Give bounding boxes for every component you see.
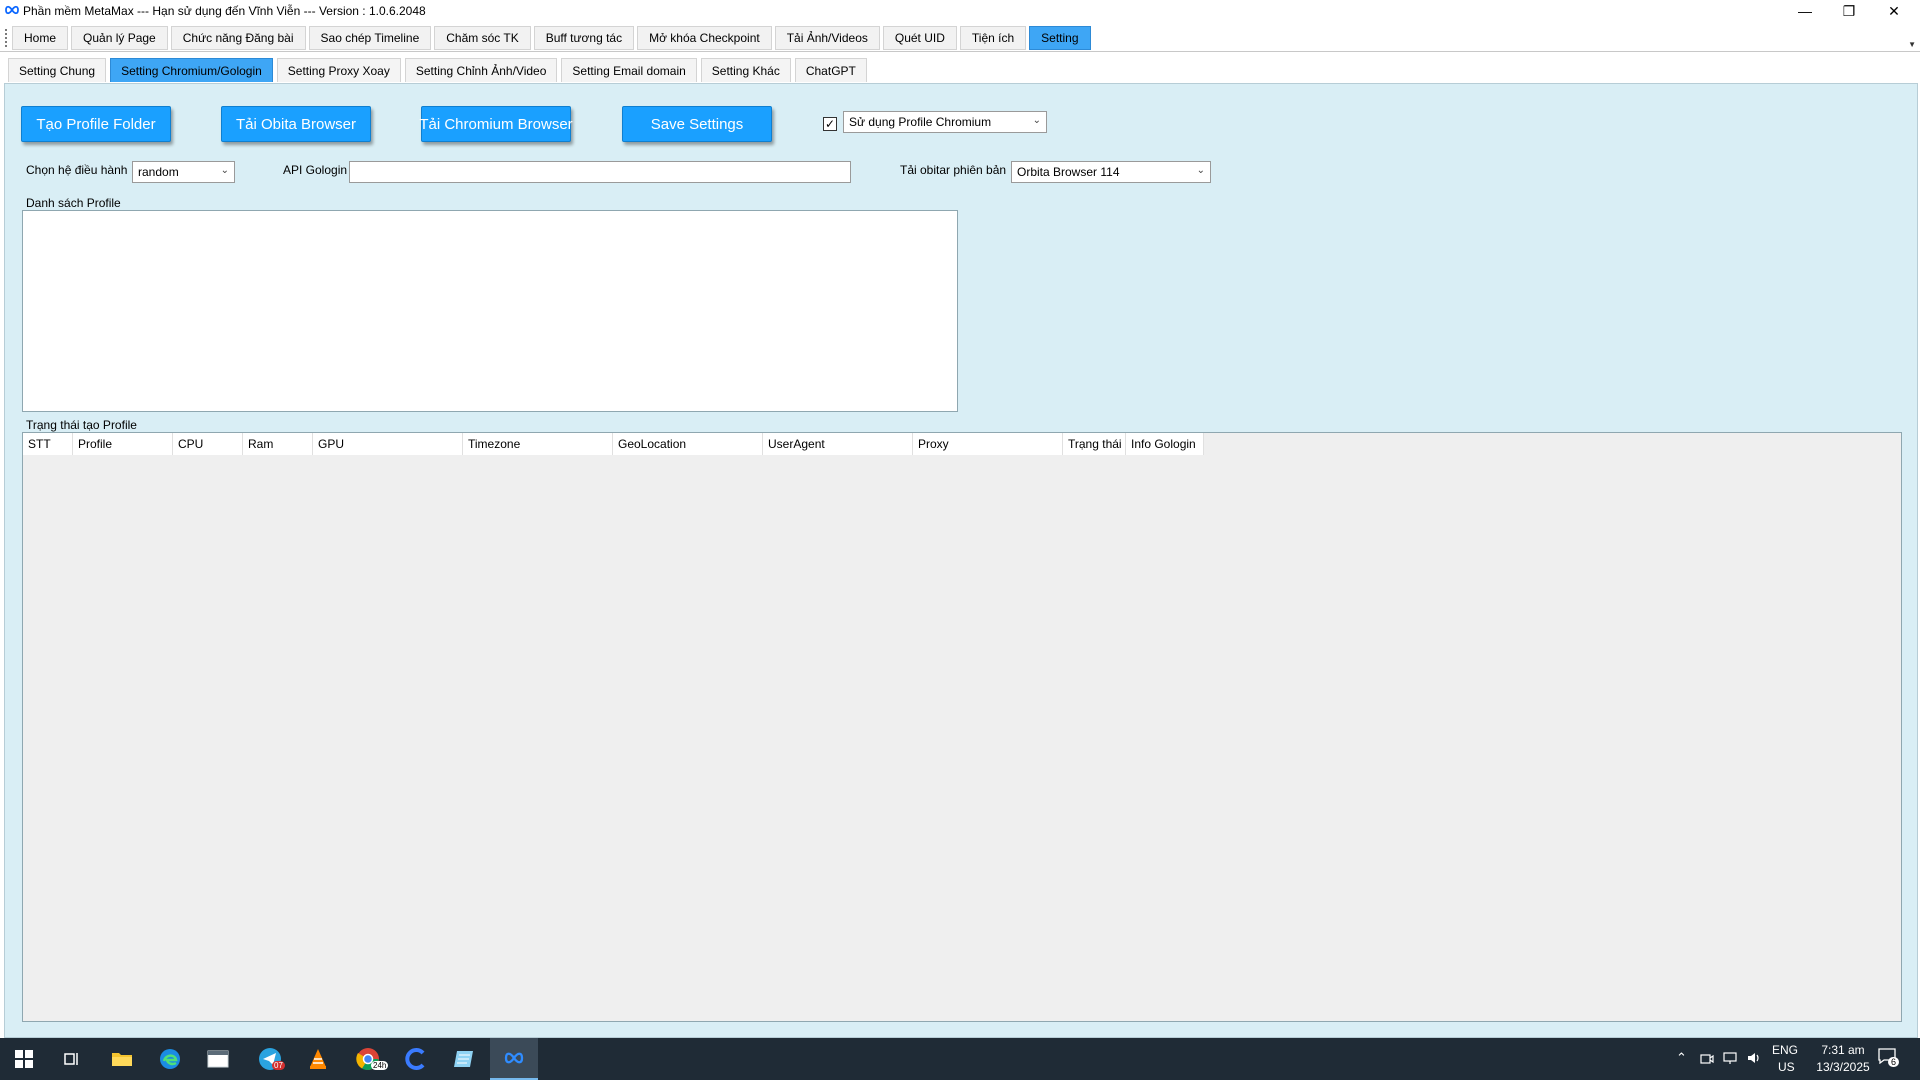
tab-setting-chromium[interactable]: Setting Chromium/Gologin (110, 58, 273, 82)
meta-logo-icon (504, 1052, 524, 1064)
close-button[interactable]: ✕ (1871, 0, 1917, 22)
restore-button[interactable]: ❐ (1826, 0, 1872, 22)
app-window-button[interactable] (194, 1038, 242, 1080)
clock-time[interactable]: 7:31 am (1815, 1043, 1871, 1057)
os-select[interactable]: random ⌄ (132, 161, 235, 183)
toolbar-grip[interactable] (5, 29, 8, 47)
title-bar: Phần mềm MetaMax --- Hạn sử dụng đến Vĩn… (0, 0, 1920, 22)
orbita-version-label: Tải obitar phiên bản (900, 163, 1007, 177)
tab-setting-proxy[interactable]: Setting Proxy Xoay (276, 58, 401, 82)
download-chromium-button[interactable]: Tải Chromium Browser (419, 106, 573, 142)
create-profile-folder-button[interactable]: Tạo Profile Folder (21, 106, 171, 142)
column-header[interactable]: UserAgent (763, 433, 913, 455)
tab-posting[interactable]: Chức năng Đăng bài (170, 26, 306, 50)
api-gologin-input[interactable] (349, 161, 851, 183)
windows-logo-icon (15, 1050, 33, 1068)
notification-count: 6 (1888, 1057, 1900, 1067)
edge-icon (160, 1049, 180, 1069)
language-bottom[interactable]: US (1778, 1060, 1795, 1074)
chevron-down-icon: ⌄ (220, 165, 229, 176)
notes-app-button[interactable] (440, 1038, 488, 1080)
notifications-button[interactable]: 6 (1878, 1048, 1900, 1070)
chevron-down-icon: ⌄ (1196, 165, 1205, 176)
column-header[interactable]: Timezone (463, 433, 613, 455)
folder-icon (112, 1053, 132, 1066)
tab-scan-uid[interactable]: Quét UID (882, 26, 957, 50)
overflow-chevron-icon[interactable]: ▼ (1908, 40, 1916, 49)
column-header[interactable]: Ram (243, 433, 313, 455)
tab-download-media[interactable]: Tải Ảnh/Videos (774, 26, 880, 50)
os-value: random (138, 165, 179, 179)
app-window: Phần mềm MetaMax --- Hạn sử dụng đến Vĩn… (0, 0, 1920, 1038)
main-tab-strip: Home Quản lý Page Chức năng Đăng bài Sao… (0, 24, 1920, 52)
tab-page-manager[interactable]: Quản lý Page (71, 26, 168, 50)
profile-status-label: Trạng thái tạo Profile (26, 418, 137, 432)
orbita-version-select[interactable]: Orbita Browser 114 ⌄ (1011, 161, 1211, 183)
tab-account-care[interactable]: Chăm sóc TK (434, 26, 531, 50)
tab-buff-interaction[interactable]: Buff tương tác (533, 26, 635, 50)
start-button[interactable] (0, 1038, 48, 1080)
metamax-taskbar-button[interactable] (490, 1038, 538, 1080)
volume-icon[interactable] (1746, 1051, 1762, 1065)
telegram-button[interactable]: 07 (246, 1038, 294, 1080)
chevron-down-icon: ⌄ (1032, 115, 1041, 126)
tab-setting-general[interactable]: Setting Chung (8, 58, 107, 82)
network-icon[interactable] (1722, 1051, 1738, 1065)
settings-panel: Tạo Profile Folder Tải Obita Browser Tải… (4, 83, 1918, 1038)
save-settings-button[interactable]: Save Settings (622, 106, 772, 142)
c-logo-icon (405, 1048, 425, 1070)
os-label: Chọn hệ điều hành (26, 163, 128, 177)
tray-chevron-up-icon[interactable]: ⌃ (1676, 1050, 1687, 1066)
tab-utilities[interactable]: Tiện ích (959, 26, 1027, 50)
edge-button[interactable] (146, 1038, 194, 1080)
profile-type-select[interactable]: Sử dụng Profile Chromium ⌄ (843, 111, 1047, 133)
chrome-button[interactable]: 24h (344, 1038, 392, 1080)
column-header[interactable]: CPU (173, 433, 243, 455)
column-header[interactable]: Trạng thái (1063, 433, 1126, 455)
profile-status-grid[interactable]: STT Profile CPU Ram GPU Timezone GeoLoca… (22, 432, 1902, 1022)
tab-copy-timeline[interactable]: Sao chép Timeline (308, 26, 432, 50)
tab-setting-media[interactable]: Setting Chỉnh Ảnh/Video (404, 58, 558, 82)
column-header[interactable]: Info Gologin (1126, 433, 1204, 455)
tab-chatgpt[interactable]: ChatGPT (794, 58, 867, 82)
profile-type-value: Sử dụng Profile Chromium (849, 115, 992, 129)
column-header[interactable]: GeoLocation (613, 433, 763, 455)
minimize-button[interactable]: — (1782, 0, 1828, 22)
column-header[interactable]: GPU (313, 433, 463, 455)
settings-tab-strip: Setting Chung Setting Chromium/Gologin S… (0, 56, 1920, 83)
tab-setting-other[interactable]: Setting Khác (700, 58, 791, 82)
profile-list-textarea[interactable] (22, 210, 958, 412)
tab-setting[interactable]: Setting (1029, 26, 1091, 50)
taskbar: 07 24h ⌃ ENG US 7:31 am 13/3/2025 6 (0, 1038, 1920, 1080)
notes-icon (454, 1051, 473, 1067)
profile-list-label: Danh sách Profile (26, 196, 121, 210)
tab-unlock-checkpoint[interactable]: Mở khóa Checkpoint (637, 26, 772, 50)
meet-now-icon[interactable] (1700, 1052, 1714, 1066)
clock-date[interactable]: 13/3/2025 (1808, 1060, 1878, 1074)
language-top[interactable]: ENG (1772, 1043, 1798, 1057)
window-title: Phần mềm MetaMax --- Hạn sử dụng đến Vĩn… (23, 4, 426, 18)
column-header[interactable]: Profile (73, 433, 173, 455)
task-view-button[interactable] (48, 1038, 96, 1080)
vlc-icon (310, 1049, 326, 1069)
grid-header: STT Profile CPU Ram GPU Timezone GeoLoca… (23, 433, 1204, 455)
telegram-badge: 07 (272, 1061, 285, 1070)
orbita-version-value: Orbita Browser 114 (1017, 165, 1120, 179)
file-explorer-button[interactable] (98, 1038, 146, 1080)
column-header[interactable]: STT (23, 433, 73, 455)
download-obita-button[interactable]: Tải Obita Browser (221, 106, 371, 142)
meta-logo-icon (5, 5, 19, 15)
column-header[interactable]: Proxy (913, 433, 1063, 455)
task-view-icon (64, 1053, 78, 1065)
vlc-button[interactable] (294, 1038, 342, 1080)
c-app-button[interactable] (392, 1038, 440, 1080)
api-gologin-label: API Gologin (283, 163, 348, 177)
chrome-badge: 24h (371, 1061, 389, 1070)
use-profile-checkbox[interactable]: ✓ (823, 117, 837, 131)
window-app-icon (207, 1050, 229, 1068)
tab-home[interactable]: Home (12, 26, 69, 50)
tab-setting-email[interactable]: Setting Email domain (561, 58, 697, 82)
